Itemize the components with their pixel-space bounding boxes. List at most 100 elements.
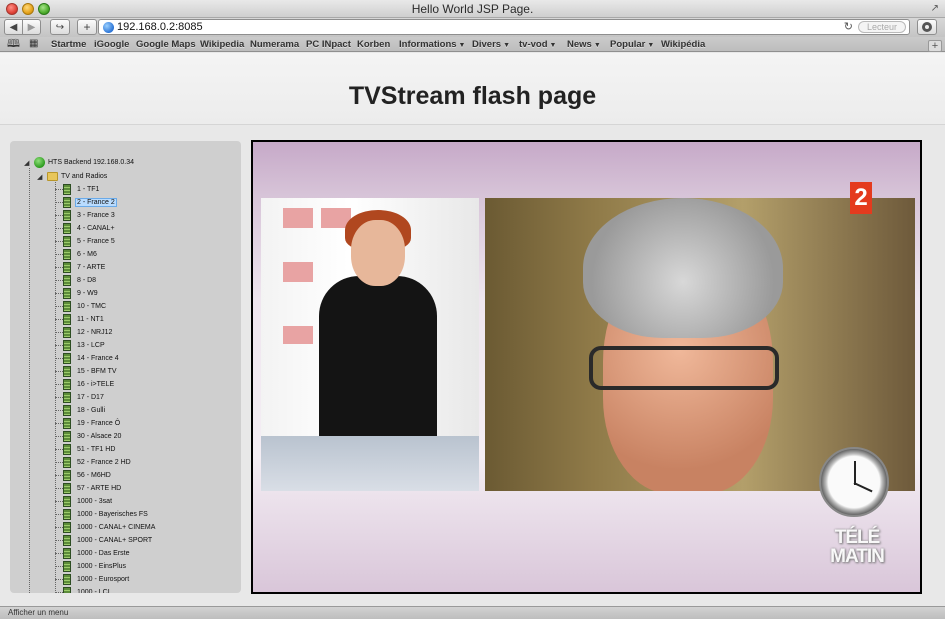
show-logo: TÉLÉ MATIN bbox=[822, 528, 892, 566]
video-sign-language-inset bbox=[261, 198, 479, 491]
address-bar[interactable]: 192.168.0.2:8085 ↻ Lecteur bbox=[98, 19, 910, 35]
chevron-down-icon: ▼ bbox=[503, 42, 510, 49]
channel-item[interactable]: 11 - NT1 bbox=[63, 313, 105, 326]
tree-branch-line bbox=[55, 514, 63, 515]
channel-item[interactable]: 1000 - CANAL+ CINEMA bbox=[63, 521, 156, 534]
channel-item[interactable]: 19 - France Ô bbox=[63, 417, 121, 430]
tree-branch-line bbox=[55, 189, 63, 190]
tree-folder-node[interactable]: ◢ TV and Radios bbox=[37, 170, 107, 183]
tree-branch-line bbox=[55, 345, 63, 346]
chevron-down-icon: ▼ bbox=[593, 42, 601, 49]
channel-label: 51 - TF1 HD bbox=[77, 446, 116, 453]
bookmark-tv-vod[interactable]: tv-vod ▼ bbox=[519, 39, 556, 50]
channel-item[interactable]: 8 - D8 bbox=[63, 274, 97, 287]
forward-button[interactable]: ▶ bbox=[22, 19, 41, 35]
bookmark-korben[interactable]: Korben bbox=[357, 39, 390, 50]
channel-item[interactable]: 12 - NRJ12 bbox=[63, 326, 113, 339]
channel-item[interactable]: 1000 - CANAL+ SPORT bbox=[63, 534, 153, 547]
downloads-button[interactable] bbox=[917, 19, 937, 35]
bookmark-news[interactable]: News ▼ bbox=[567, 39, 601, 50]
channel-item[interactable]: 1 - TF1 bbox=[63, 183, 100, 196]
collapse-arrow-icon[interactable]: ◢ bbox=[37, 173, 47, 181]
channel-item[interactable]: 1000 - Bayerisches FS bbox=[63, 508, 149, 521]
top-sites-icon[interactable]: ▦ bbox=[29, 38, 38, 50]
film-strip-icon bbox=[63, 353, 71, 364]
channel-item[interactable]: 17 - D17 bbox=[63, 391, 105, 404]
bookmark-popular-label: Popular bbox=[610, 39, 646, 50]
collapse-arrow-icon[interactable]: ◢ bbox=[24, 159, 34, 167]
channel-item[interactable]: 15 - BFM TV bbox=[63, 365, 118, 378]
folder-icon bbox=[47, 172, 58, 181]
channel-item[interactable]: 1000 - Eurosport bbox=[63, 573, 130, 586]
studio-desk bbox=[261, 436, 479, 491]
bookmark-numerama[interactable]: Numerama bbox=[250, 39, 299, 50]
bookmark-popular[interactable]: Popular ▼ bbox=[610, 39, 654, 50]
tree-root-node[interactable]: ◢ HTS Backend 192.168.0.34 bbox=[24, 156, 134, 169]
bookmarks-bar: 🕮 ▦ Startme iGoogle Google Maps Wikipedi… bbox=[0, 37, 945, 52]
film-strip-icon bbox=[63, 197, 71, 208]
film-strip-icon bbox=[63, 483, 71, 494]
reload-icon[interactable]: ↻ bbox=[844, 20, 853, 33]
channel-item[interactable]: 2 - France 2 bbox=[63, 196, 117, 209]
channel-item[interactable]: 30 - Alsace 20 bbox=[63, 430, 122, 443]
channel-item[interactable]: 1000 - Das Erste bbox=[63, 547, 131, 560]
tree-branch-line bbox=[55, 475, 63, 476]
channel-label: 2 - France 2 bbox=[75, 198, 117, 207]
video-frame: 2 TÉLÉ MATIN bbox=[253, 142, 920, 592]
channel-item[interactable]: 6 - M6 bbox=[63, 248, 98, 261]
url-text[interactable]: 192.168.0.2:8085 bbox=[117, 21, 203, 33]
clock-icon bbox=[819, 447, 889, 517]
tree-branch-line bbox=[55, 397, 63, 398]
channel-item[interactable]: 56 - M6HD bbox=[63, 469, 112, 482]
channel-label: 56 - M6HD bbox=[77, 472, 111, 479]
channel-item[interactable]: 18 - Gulli bbox=[63, 404, 106, 417]
back-button[interactable]: ◀ bbox=[4, 19, 23, 35]
channel-item[interactable]: 5 - France 5 bbox=[63, 235, 116, 248]
reader-button[interactable]: Lecteur bbox=[858, 21, 906, 33]
reading-list-icon[interactable]: 🕮 bbox=[7, 38, 20, 50]
channel-item[interactable]: 16 - i>TELE bbox=[63, 378, 115, 391]
bookmark-divers-label: Divers bbox=[472, 39, 502, 50]
add-bookmark-button[interactable]: + bbox=[77, 19, 97, 35]
fullscreen-icon[interactable]: ↗ bbox=[931, 3, 939, 14]
channel-item[interactable]: 7 - ARTE bbox=[63, 261, 106, 274]
channel-item[interactable]: 4 - CANAL+ bbox=[63, 222, 116, 235]
tree-branch-line bbox=[55, 592, 63, 593]
film-strip-icon bbox=[63, 535, 71, 546]
tree-branch-line bbox=[55, 371, 63, 372]
channel-item[interactable]: 1000 - 3sat bbox=[63, 495, 113, 508]
channel-item[interactable]: 1000 - LCI bbox=[63, 586, 111, 593]
bookmark-informations[interactable]: Informations ▼ bbox=[399, 39, 465, 50]
bookmark-divers[interactable]: Divers ▼ bbox=[472, 39, 510, 50]
bookmark-startme[interactable]: Startme bbox=[51, 39, 86, 50]
channel-label: 1000 - CANAL+ SPORT bbox=[77, 537, 153, 544]
tree-branch-line bbox=[55, 553, 63, 554]
new-tab-button[interactable]: + bbox=[928, 40, 942, 52]
film-strip-icon bbox=[63, 210, 71, 221]
channel-label: 57 - ARTE HD bbox=[77, 485, 122, 492]
show-logo-line-1: TÉLÉ bbox=[834, 527, 881, 548]
film-strip-icon bbox=[63, 379, 71, 390]
channel-item[interactable]: 3 - France 3 bbox=[63, 209, 116, 222]
channel-item[interactable]: 1000 - EinsPlus bbox=[63, 560, 127, 573]
channel-label: 52 - France 2 HD bbox=[77, 459, 131, 466]
flash-video-player[interactable]: 2 TÉLÉ MATIN bbox=[251, 140, 922, 594]
tree-branch-line bbox=[55, 449, 63, 450]
bookmark-wikipedia[interactable]: Wikipedia bbox=[200, 39, 244, 50]
bookmark-wikipedia-fr[interactable]: Wikipédia bbox=[661, 39, 705, 50]
channel-item[interactable]: 13 - LCP bbox=[63, 339, 106, 352]
bookmark-igoogle[interactable]: iGoogle bbox=[94, 39, 129, 50]
channel-item[interactable]: 51 - TF1 HD bbox=[63, 443, 116, 456]
channel-item[interactable]: 10 - TMC bbox=[63, 300, 107, 313]
bookmark-google-maps[interactable]: Google Maps bbox=[136, 39, 196, 50]
channel-label: 8 - D8 bbox=[77, 277, 97, 284]
channel-item[interactable]: 57 - ARTE HD bbox=[63, 482, 122, 495]
share-button[interactable]: ↪ bbox=[50, 19, 70, 35]
bookmark-pc-inpact[interactable]: PC INpact bbox=[306, 39, 351, 50]
chevron-down-icon: ▼ bbox=[549, 42, 557, 49]
channel-label: 1000 - Bayerisches FS bbox=[77, 511, 148, 518]
channel-item[interactable]: 52 - France 2 HD bbox=[63, 456, 132, 469]
channel-item[interactable]: 9 - W9 bbox=[63, 287, 99, 300]
channel-item[interactable]: 14 - France 4 bbox=[63, 352, 120, 365]
film-strip-icon bbox=[63, 574, 71, 585]
